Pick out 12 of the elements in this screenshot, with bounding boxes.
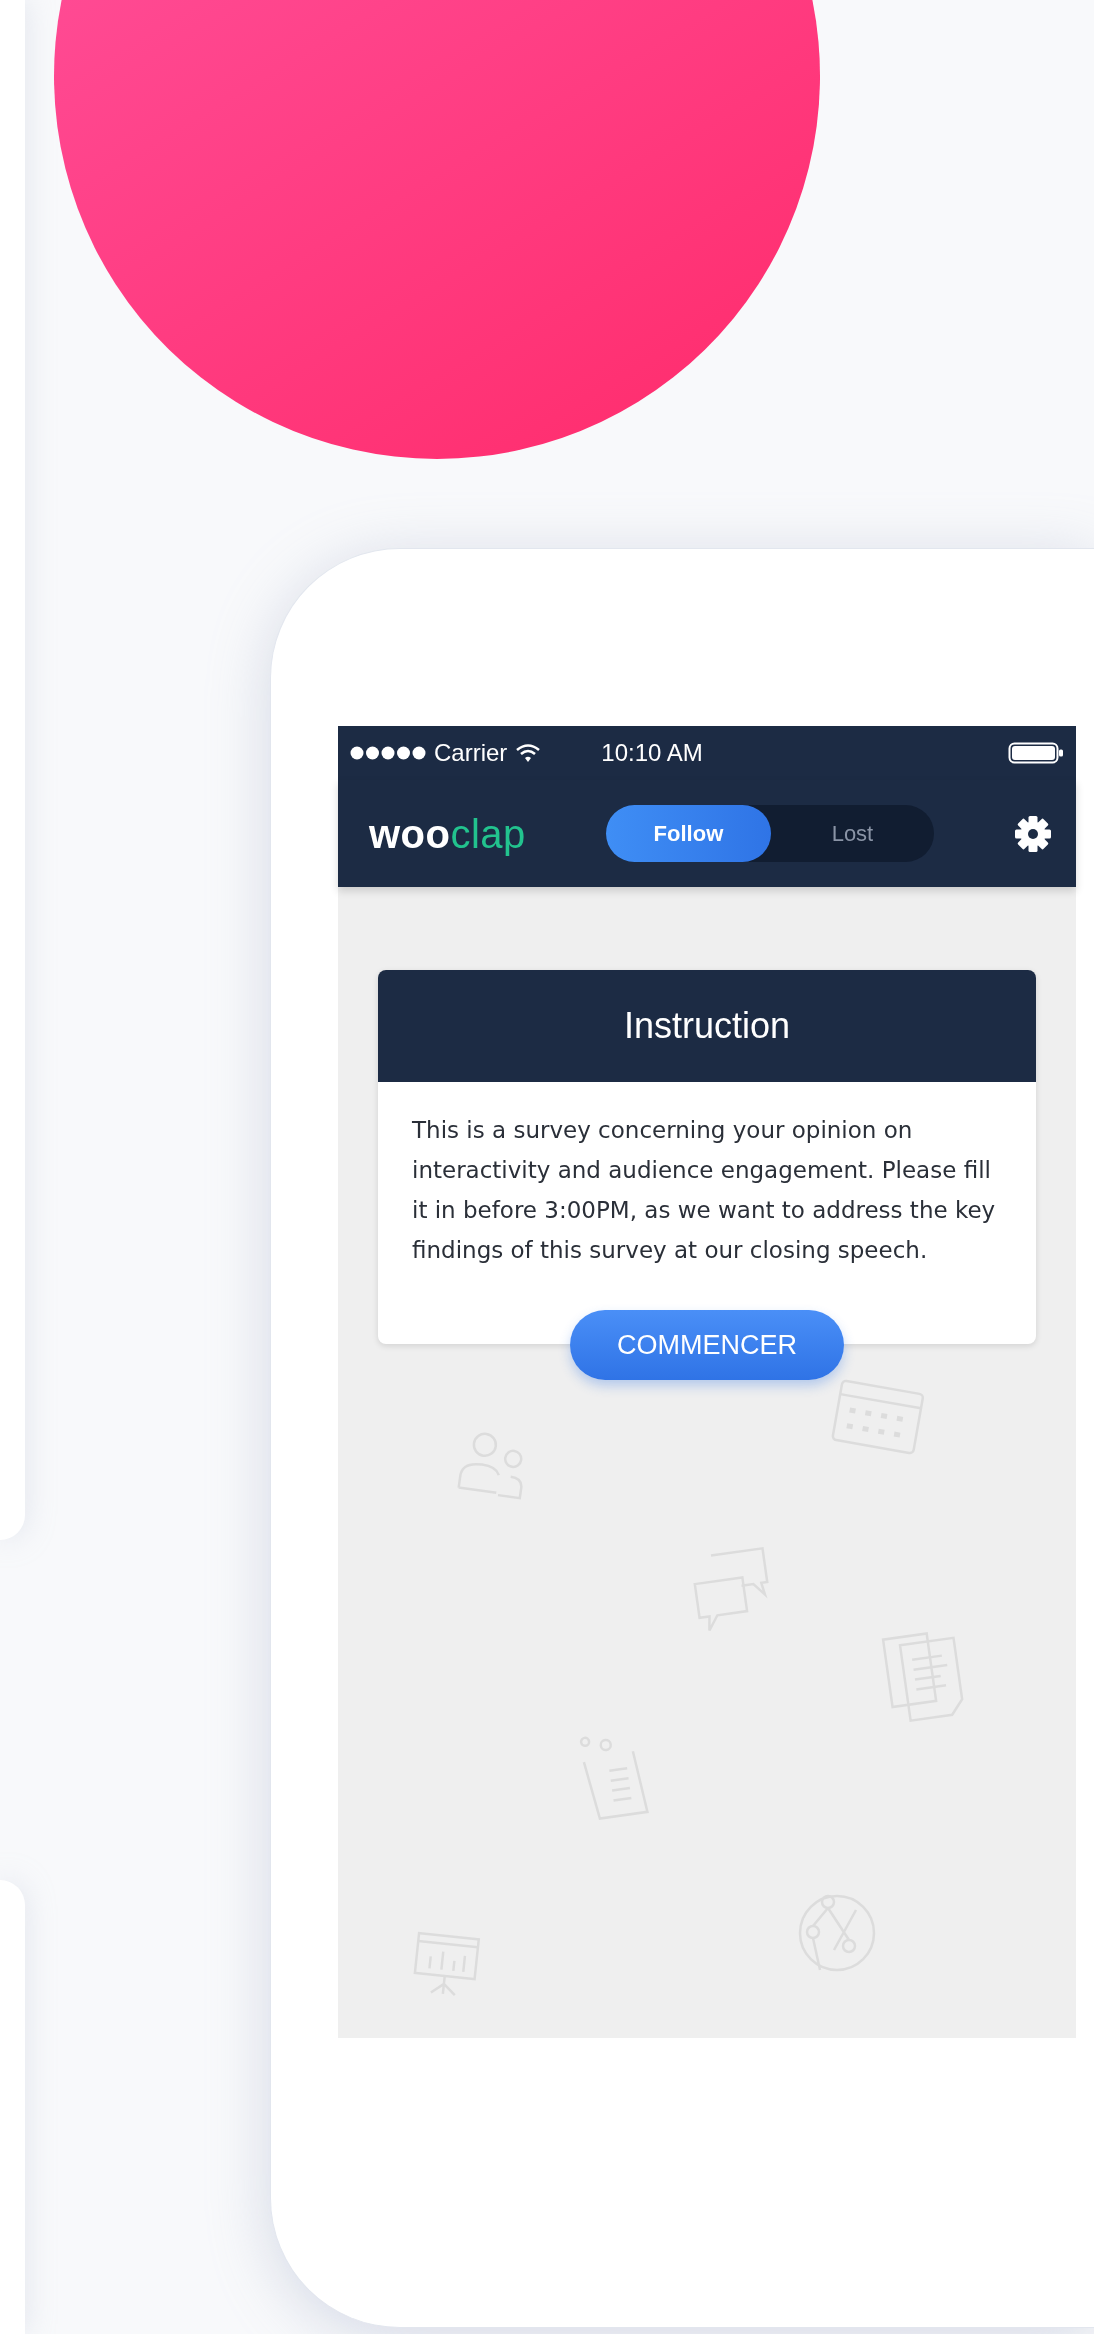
- battery-icon: [1008, 741, 1064, 765]
- instruction-text: This is a survey concerning your opinion on interactivity and audience engagement. Please fill it in before 3:00PM, as we want to address the key findings of this survey at our closing speech.: [411, 1116, 997, 1265]
- carrier-label: Carrier: [434, 738, 508, 768]
- start-button[interactable]: COMMENCER: [570, 1310, 844, 1380]
- status-time: 10:10 AM: [601, 738, 703, 768]
- signal-dots-icon: [350, 746, 426, 760]
- mode-tab[interactable]: Lost: [770, 805, 934, 862]
- wooclap-logo: wooclap: [369, 810, 526, 858]
- card-title: Instruction: [378, 970, 1036, 1082]
- wifi-icon: [515, 743, 542, 763]
- settings-icon[interactable]: [1014, 814, 1052, 853]
- mode-tab[interactable]: Follow: [605, 805, 771, 862]
